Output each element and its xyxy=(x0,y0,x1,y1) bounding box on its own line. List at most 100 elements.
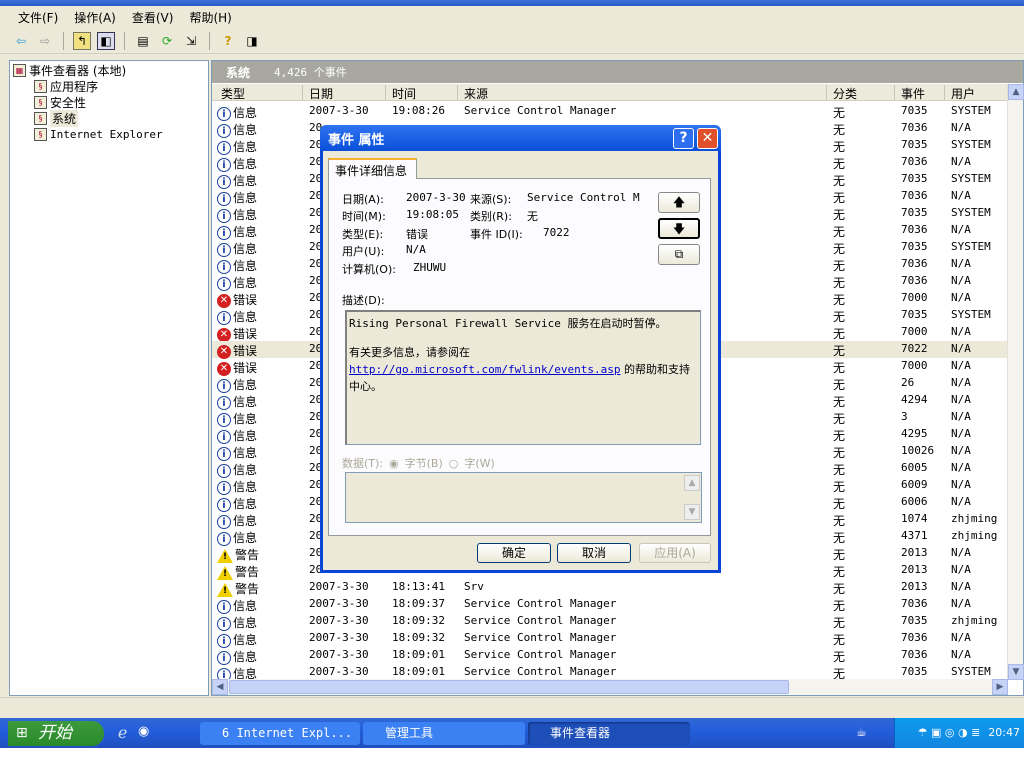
info-icon: i xyxy=(217,276,231,291)
menu-help[interactable]: 帮助(H) xyxy=(189,9,231,26)
user-cell: N/A xyxy=(951,359,971,372)
data-box[interactable]: ▲ ▼ xyxy=(345,472,702,523)
event-cell: 2013 xyxy=(901,563,928,576)
type-cell: i 信息 xyxy=(217,631,257,648)
info-icon: i xyxy=(217,191,231,206)
tree-item-application[interactable]: § 应用程序 xyxy=(34,78,98,94)
event-cell: 7036 xyxy=(901,648,928,661)
scroll-up-icon[interactable]: ▲ xyxy=(1008,84,1024,100)
clock[interactable]: 20:47 xyxy=(988,726,1020,739)
tree-root[interactable]: ▦ 事件查看器 (本地) xyxy=(13,62,126,78)
category-cell: 无 xyxy=(833,497,846,511)
scroll-left-icon[interactable]: ◀ xyxy=(212,679,228,695)
back-icon[interactable]: ⇦ xyxy=(12,32,30,50)
apply-button[interactable]: 应用(A) xyxy=(639,543,711,563)
words-radio[interactable]: ○ xyxy=(449,457,459,470)
col-source[interactable]: 来源 xyxy=(457,85,488,101)
help-link[interactable]: http://go.microsoft.com/fwlink/events.as… xyxy=(349,363,621,376)
type-label: 信息 xyxy=(233,276,258,290)
tab-event-details[interactable]: 事件详细信息 xyxy=(328,158,417,179)
user-cell: N/A xyxy=(951,410,971,423)
ok-button[interactable]: 确定 xyxy=(477,543,551,563)
info-icon: i xyxy=(217,378,231,393)
type-cell: i 信息 xyxy=(217,410,257,427)
type-label: 信息 xyxy=(233,174,258,188)
col-time[interactable]: 时间 xyxy=(385,85,416,101)
tree-item-internet-explorer[interactable]: § Internet Explorer xyxy=(34,126,163,142)
table-row[interactable]: ! 警告 2007-3-30 18:13:41 Srv 无 2013 N/A xyxy=(212,579,1008,597)
tree-item-security[interactable]: § 安全性 xyxy=(34,94,86,110)
scroll-down-icon[interactable]: ▼ xyxy=(1008,664,1024,680)
user-cell: N/A xyxy=(951,597,971,610)
source-cell: Service Control Manager xyxy=(464,597,617,610)
show-tree-icon[interactable]: ◧ xyxy=(97,31,115,50)
menu-action[interactable]: 操作(A) xyxy=(74,9,116,26)
col-event[interactable]: 事件 xyxy=(894,85,925,101)
export-icon[interactable]: ⇲ xyxy=(182,32,200,50)
event-cell: 7036 xyxy=(901,257,928,270)
tray-icons[interactable]: ☂ ▣ ◎ ◑ ≣ xyxy=(918,726,981,739)
start-label: 开始 xyxy=(38,723,72,743)
next-event-button[interactable]: 🡇 xyxy=(658,218,700,239)
info-icon: i xyxy=(217,429,231,444)
scroll-thumb[interactable] xyxy=(229,680,789,694)
event-cell: 1074 xyxy=(901,512,928,525)
table-row[interactable]: i 信息 2007-3-30 18:09:37 Service Control Mana… xyxy=(212,596,1008,614)
tray-app-icon[interactable]: ☕ xyxy=(856,725,867,739)
type-label: 警告 xyxy=(235,565,260,579)
event-cell: 2013 xyxy=(901,580,928,593)
user-cell: N/A xyxy=(951,495,971,508)
up-folder-icon[interactable]: ↰ xyxy=(73,31,91,50)
task-internet-explorer[interactable]: 6 Internet Expl... xyxy=(200,722,360,745)
type-cell: i 信息 xyxy=(217,206,257,223)
warning-icon: ! xyxy=(217,565,233,580)
horizontal-scrollbar[interactable]: ◀ ▶ xyxy=(212,679,1008,695)
table-row[interactable]: i 信息 2007-3-30 18:09:32 Service Control Mana… xyxy=(212,630,1008,648)
error-icon: ✕ xyxy=(217,344,231,359)
help-icon[interactable]: ? xyxy=(219,32,237,50)
col-user[interactable]: 用户 xyxy=(944,85,975,101)
user-cell: N/A xyxy=(951,223,971,236)
type-cell: i 信息 xyxy=(217,478,257,495)
tree-item-system[interactable]: § 系统 xyxy=(34,109,79,127)
bytes-radio[interactable]: ◉ xyxy=(389,457,399,470)
action-pane-icon[interactable]: ◨ xyxy=(243,32,261,50)
properties-icon[interactable]: ▤ xyxy=(134,32,152,50)
col-category[interactable]: 分类 xyxy=(826,85,857,101)
col-type[interactable]: 类型 xyxy=(215,85,245,101)
task-event-viewer[interactable]: 事件查看器 xyxy=(528,722,690,745)
type-label: 信息 xyxy=(233,310,258,324)
category-cell: 无 xyxy=(833,412,846,426)
event-cell: 7035 xyxy=(901,665,928,678)
toolbar-separator xyxy=(124,31,125,50)
table-row[interactable]: i 信息 2007-3-30 18:09:32 Service Control Mana… xyxy=(212,613,1008,631)
table-row[interactable]: i 信息 2007-3-30 19:08:26 Service Control Mana… xyxy=(212,103,1008,121)
start-button[interactable]: ⊞ 开始 xyxy=(8,721,104,746)
table-row[interactable]: i 信息 2007-3-30 18:09:01 Service Control Mana… xyxy=(212,647,1008,665)
copy-button[interactable]: ⧉ xyxy=(658,244,700,265)
ie-quicklaunch-icon[interactable]: ℯ xyxy=(118,723,127,742)
menu-file[interactable]: 文件(F) xyxy=(18,9,58,26)
help-button[interactable]: ? xyxy=(673,128,694,149)
close-button[interactable]: ✕ xyxy=(697,128,718,149)
col-date[interactable]: 日期 xyxy=(302,85,333,101)
scroll-right-icon[interactable]: ▶ xyxy=(992,679,1008,695)
forward-icon[interactable]: ⇨ xyxy=(36,32,54,50)
user-cell: N/A xyxy=(951,546,971,559)
previous-event-button[interactable]: 🡅 xyxy=(658,192,700,213)
type-cell: i 信息 xyxy=(217,308,257,325)
menu-view[interactable]: 查看(V) xyxy=(132,9,174,26)
category-cell: 无 xyxy=(833,327,846,341)
category-cell: 无 xyxy=(833,174,846,188)
info-icon: i xyxy=(217,633,231,648)
outlook-quicklaunch-icon[interactable]: ◉ xyxy=(138,724,149,739)
task-admin-tools[interactable]: 管理工具 xyxy=(363,722,525,745)
refresh-icon[interactable]: ⟳ xyxy=(158,32,176,50)
cancel-button[interactable]: 取消 xyxy=(557,543,631,563)
description-box[interactable]: Rising Personal Firewall Service 服务在启动时暂… xyxy=(345,310,701,445)
vertical-scrollbar[interactable]: ▲ ▼ xyxy=(1007,84,1024,680)
category-cell: 无 xyxy=(833,242,846,256)
category-cell: 无 xyxy=(833,582,846,596)
type-label: 错误 xyxy=(233,344,258,358)
category-label: 类别(R): xyxy=(470,210,512,223)
